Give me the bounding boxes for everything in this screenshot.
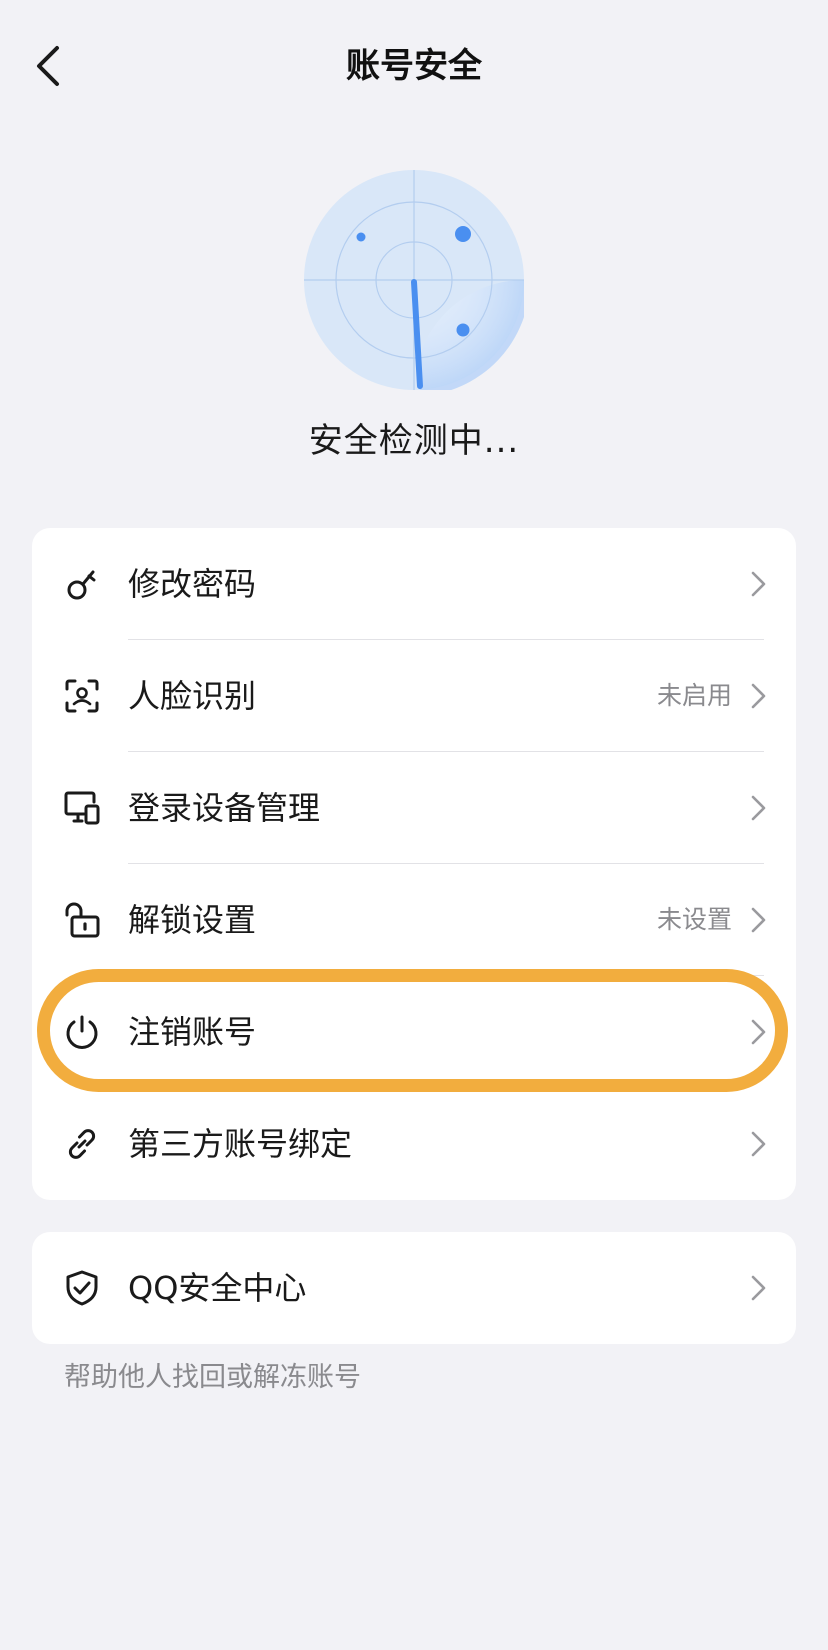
menu-item-label: 人脸识别 (128, 677, 257, 715)
menu-item-label: QQ安全中心 (128, 1269, 307, 1307)
account-settings-card: 修改密码 人脸识别 未启用 登录设备管理 解锁设置 未设置 注销账号 第三方账号… (32, 528, 796, 1200)
menu-item-label: 解锁设置 (128, 901, 257, 939)
menu-item-label: 注销账号 (128, 1013, 257, 1051)
help-others-note: 帮助他人找回或解冻账号 (64, 1362, 361, 1393)
menu-item-qq-security-center[interactable]: QQ安全中心 (32, 1232, 796, 1344)
menu-item-third-party-binding[interactable]: 第三方账号绑定 (32, 1088, 796, 1200)
chevron-right-icon (751, 907, 766, 933)
menu-item-unlock-settings[interactable]: 解锁设置 未设置 (32, 864, 796, 976)
chevron-right-icon (751, 683, 766, 709)
menu-item-label: 修改密码 (128, 565, 257, 603)
status-value: 未设置 (656, 905, 732, 934)
status-value: 未启用 (656, 681, 732, 710)
devices-icon (62, 788, 102, 828)
menu-item-label: 登录设备管理 (128, 789, 321, 827)
face-scan-icon (62, 676, 102, 716)
chevron-right-icon (751, 1019, 766, 1045)
menu-item-cancel-account[interactable]: 注销账号 (32, 976, 796, 1088)
radar-scan-icon (304, 170, 524, 390)
scan-status-text: 安全检测中... (308, 421, 520, 461)
power-icon (62, 1012, 102, 1052)
menu-item-device-management[interactable]: 登录设备管理 (32, 752, 796, 864)
page-title: 账号安全 (346, 46, 482, 86)
security-center-card: QQ安全中心 (32, 1232, 796, 1344)
chevron-right-icon (751, 1275, 766, 1301)
chevron-right-icon (751, 1131, 766, 1157)
chevron-right-icon (751, 795, 766, 821)
menu-item-label: 第三方账号绑定 (128, 1125, 353, 1163)
chevron-right-icon (751, 571, 766, 597)
shield-check-icon (62, 1268, 102, 1308)
unlock-icon (62, 900, 102, 940)
navigation-bar: 账号安全 (0, 0, 828, 134)
key-icon (62, 564, 102, 604)
menu-item-face-recognition[interactable]: 人脸识别 未启用 (32, 640, 796, 752)
menu-item-change-password[interactable]: 修改密码 (32, 528, 796, 640)
link-icon (62, 1124, 102, 1164)
